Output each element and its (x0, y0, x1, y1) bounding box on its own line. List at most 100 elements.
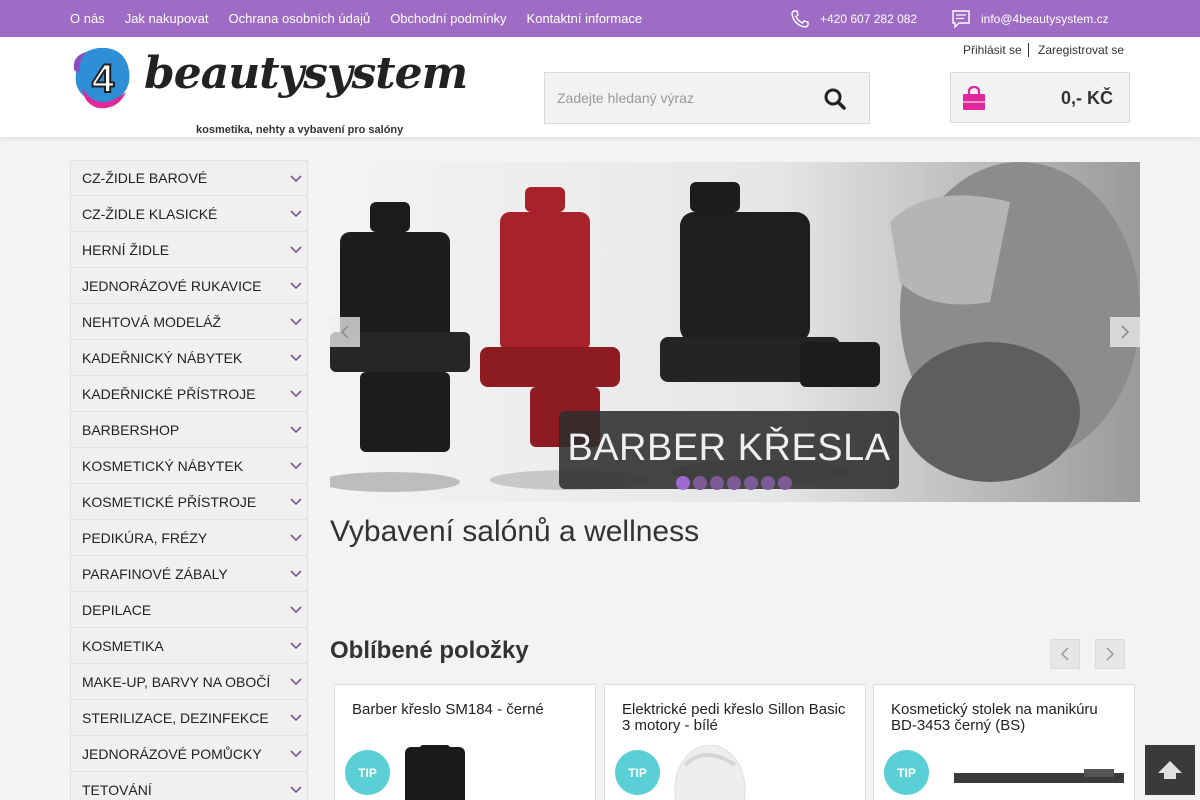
category-label: NEHTOVÁ MODELÁŽ (82, 313, 221, 330)
product-card[interactable]: Barber křeslo SM184 - černé TIP (334, 684, 596, 800)
slider-dot[interactable] (744, 476, 758, 490)
message-icon (952, 9, 970, 29)
contact-phone[interactable]: +420 607 282 082 (790, 0, 917, 37)
top-link-contact[interactable]: Kontaktní informace (527, 11, 643, 26)
category-item[interactable]: KOSMETIKA (70, 628, 308, 664)
product-name[interactable]: Barber křeslo SM184 - černé (352, 702, 582, 718)
section-title-popular: Oblíbené položky (330, 637, 529, 664)
category-label: KADEŘNICKÝ NÁBYTEK (82, 349, 243, 366)
site-header: 4 beautysystem kosmetika, nehty a vybave… (0, 37, 1200, 137)
category-item[interactable]: PARAFINOVÉ ZÁBALY (70, 556, 308, 592)
category-item[interactable]: KADEŘNICKÝ NÁBYTEK (70, 340, 308, 376)
chevron-down-icon[interactable] (284, 664, 308, 699)
chevron-down-icon[interactable] (284, 304, 308, 339)
chevron-left-icon (340, 325, 349, 339)
chevron-down-icon[interactable] (284, 232, 308, 267)
category-item[interactable]: TETOVÁNÍ (70, 772, 308, 800)
category-label: HERNÍ ŽIDLE (82, 241, 170, 258)
chevron-down-icon[interactable] (284, 520, 308, 555)
chevron-down-icon[interactable] (284, 592, 308, 627)
category-label: BARBERSHOP (82, 421, 180, 438)
product-card[interactable]: Elektrické pedi křeslo Sillon Basic 3 mo… (604, 684, 866, 800)
cart-total: 0,- KČ (1060, 88, 1113, 108)
chevron-down-icon[interactable] (284, 268, 308, 303)
chevron-right-icon (1106, 647, 1115, 661)
category-label: JEDNORÁZOVÉ RUKAVICE (82, 277, 262, 294)
page-title: Vybavení salónů a wellness (330, 515, 700, 548)
slider-dot[interactable] (761, 476, 775, 490)
logo-tagline: kosmetika, nehty a vybavení pro salóny (196, 124, 404, 136)
category-item[interactable]: KOSMETICKÉ PŘÍSTROJE (70, 484, 308, 520)
slider-dot[interactable] (778, 476, 792, 490)
category-item[interactable]: JEDNORÁZOVÉ RUKAVICE (70, 268, 308, 304)
carousel-next-button[interactable] (1095, 639, 1125, 669)
top-link-privacy[interactable]: Ochrana osobních údajů (229, 11, 371, 26)
product-name[interactable]: Kosmetický stolek na manikúru BD-3453 če… (891, 702, 1121, 734)
product-card[interactable]: Kosmetický stolek na manikúru BD-3453 če… (873, 684, 1135, 800)
slider-dot[interactable] (676, 476, 690, 490)
category-label: CZ-ŽIDLE BAROVÉ (82, 170, 208, 186)
category-item[interactable]: KADEŘNICKÉ PŘÍSTROJE (70, 376, 308, 412)
category-item[interactable]: BARBERSHOP (70, 412, 308, 448)
top-link-about[interactable]: O nás (70, 11, 105, 26)
tip-badge: TIP (615, 750, 660, 795)
category-item[interactable]: STERILIZACE, DEZINFEKCE (70, 700, 308, 736)
category-item[interactable]: JEDNORÁZOVÉ POMŮCKY (70, 736, 308, 772)
top-link-how-to-shop[interactable]: Jak nakupovat (125, 11, 209, 26)
register-link[interactable]: Zaregistrovat se (1038, 43, 1124, 57)
chevron-down-icon[interactable] (284, 448, 308, 483)
arrow-up-icon (1158, 761, 1182, 779)
chevron-down-icon[interactable] (284, 700, 308, 735)
category-item[interactable]: KOSMETICKÝ NÁBYTEK (70, 448, 308, 484)
top-link-terms[interactable]: Obchodní podmínky (390, 11, 506, 26)
slider-dot[interactable] (710, 476, 724, 490)
site-logo[interactable]: 4 beautysystem kosmetika, nehty a vybave… (68, 44, 468, 136)
category-label: KOSMETICKÉ PŘÍSTROJE (82, 493, 257, 510)
phone-icon (791, 9, 809, 28)
category-item[interactable]: PEDIKÚRA, FRÉZY (70, 520, 308, 556)
category-label: DEPILACE (82, 601, 152, 618)
category-item[interactable]: NEHTOVÁ MODELÁŽ (70, 304, 308, 340)
login-link[interactable]: Přihlásit se (963, 43, 1029, 57)
category-label: KADEŘNICKÉ PŘÍSTROJE (82, 385, 256, 402)
chevron-down-icon[interactable] (284, 556, 308, 591)
logo-wordmark: beautysystem (144, 48, 468, 99)
product-image (405, 745, 465, 800)
chevron-down-icon[interactable] (284, 628, 308, 663)
chevron-down-icon[interactable] (284, 196, 308, 231)
chevron-down-icon[interactable] (284, 340, 308, 375)
slider-dot[interactable] (693, 476, 707, 490)
chevron-down-icon[interactable] (284, 736, 308, 771)
category-item[interactable]: HERNÍ ŽIDLE (70, 232, 308, 268)
slider-next-button[interactable] (1110, 317, 1140, 347)
category-item[interactable]: DEPILACE (70, 592, 308, 628)
category-label: CZ-ŽIDLE KLASICKÉ (82, 205, 218, 222)
category-item[interactable]: CZ-ŽIDLE KLASICKÉ (70, 196, 308, 232)
category-label: PEDIKÚRA, FRÉZY (82, 529, 208, 546)
category-item[interactable]: MAKE-UP, BARVY NA OBOČÍ (70, 664, 308, 700)
search-button[interactable] (823, 87, 847, 111)
back-to-top-button[interactable] (1145, 745, 1195, 795)
tip-badge: TIP (884, 750, 929, 795)
search-input[interactable] (545, 73, 815, 123)
category-item[interactable]: CZ-ŽIDLE BAROVÉ (70, 160, 308, 196)
cart-button[interactable]: 0,- KČ (950, 72, 1130, 123)
chevron-down-icon[interactable] (284, 484, 308, 519)
chevron-down-icon[interactable] (284, 772, 308, 800)
email-address: info@4beautysystem.cz (981, 11, 1109, 26)
product-name[interactable]: Elektrické pedi křeslo Sillon Basic 3 mo… (622, 702, 852, 734)
category-label: TETOVÁNÍ (82, 781, 152, 798)
contact-email[interactable]: info@4beautysystem.cz (951, 0, 1109, 37)
chevron-down-icon[interactable] (284, 412, 308, 447)
shopping-bag-icon (963, 85, 985, 110)
phone-number: +420 607 282 082 (820, 11, 918, 26)
logo-mark: 4 (73, 47, 130, 109)
chevron-right-icon (1121, 325, 1130, 339)
chevron-down-icon[interactable] (284, 376, 308, 411)
slider-prev-button[interactable] (330, 317, 360, 347)
chevron-down-icon[interactable] (284, 161, 308, 196)
slider-dots (676, 476, 795, 490)
slider-dot[interactable] (727, 476, 741, 490)
carousel-prev-button[interactable] (1050, 639, 1080, 669)
banner-slider: BARBER KŘESLA (330, 162, 1140, 502)
